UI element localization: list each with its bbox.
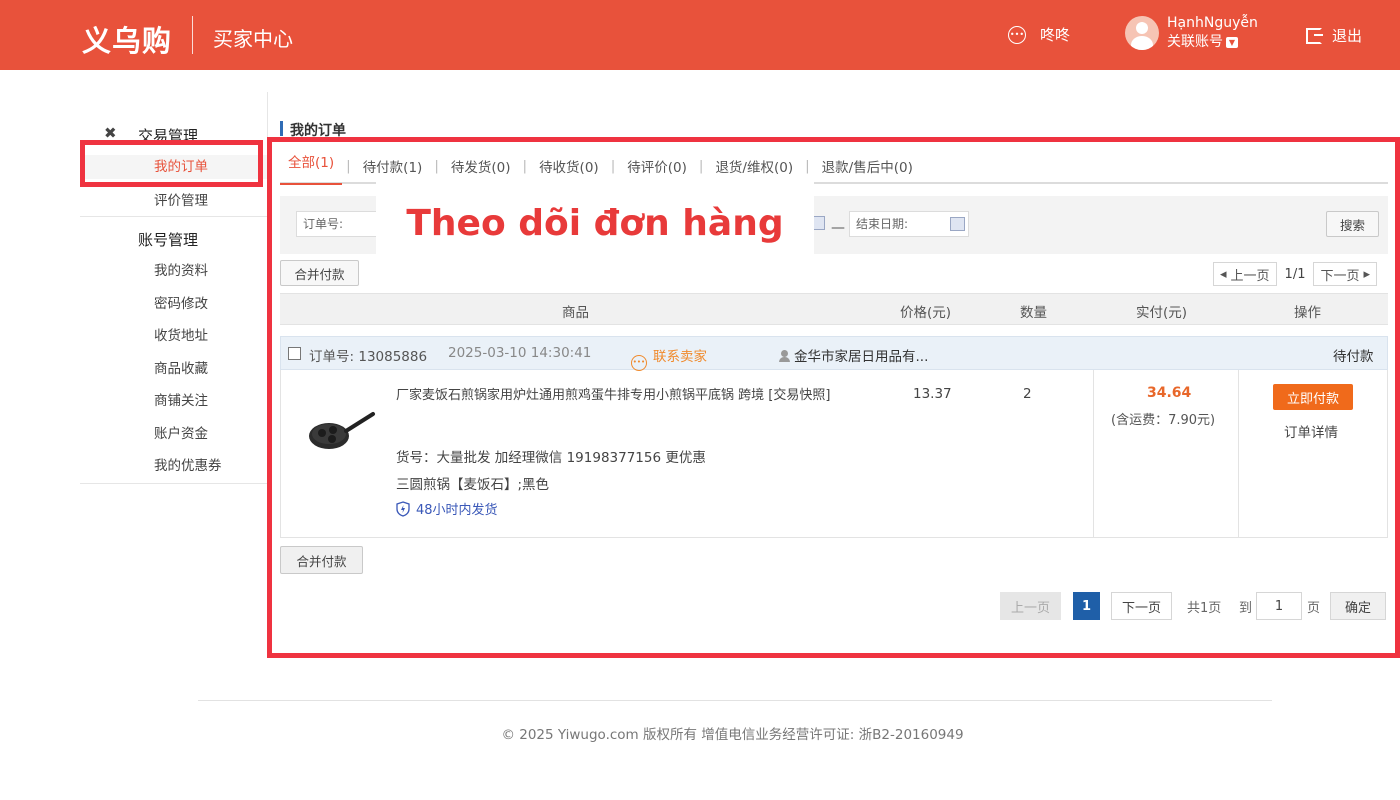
sidebar-item-address[interactable]: 收货地址 — [80, 324, 268, 348]
annotation-label: Theo dõi đơn hàng — [376, 176, 814, 270]
logo-divider — [192, 16, 193, 54]
highlight-my-orders — [80, 140, 263, 187]
sidebar-item-coupons[interactable]: 我的优惠券 — [80, 454, 268, 478]
top-header: 义乌购 买家中心 ••• 咚咚 HạnhNguyễn 关联账号 ▼ 退出 — [0, 0, 1400, 70]
site-logo[interactable]: 义乌购 — [82, 18, 172, 60]
chat-bubble-icon: ••• — [1008, 25, 1026, 44]
chat-label: 咚咚 — [1040, 26, 1071, 44]
chat-link[interactable]: ••• 咚咚 — [1008, 24, 1070, 45]
chevron-down-icon[interactable]: ▼ — [1226, 37, 1238, 48]
sidebar-item-followed-shops[interactable]: 商铺关注 — [80, 389, 268, 413]
title-accent-bar — [280, 121, 283, 136]
linked-account-label[interactable]: 关联账号 — [1167, 33, 1223, 52]
sidebar-item-reviews[interactable]: 评价管理 — [80, 189, 268, 213]
user-name: HạnhNguyễn — [1167, 15, 1258, 31]
sidebar-group-account: 账号管理 — [138, 231, 199, 249]
sidebar-item-favorites[interactable]: 商品收藏 — [80, 357, 268, 381]
sidebar-item-profile[interactable]: 我的资料 — [80, 259, 268, 283]
sidebar-divider — [80, 216, 268, 217]
user-menu[interactable]: HạnhNguyễn 关联账号 ▼ — [1125, 14, 1258, 52]
sidebar-item-funds[interactable]: 账户资金 — [80, 422, 268, 446]
logout-link[interactable]: 退出 — [1306, 25, 1362, 46]
logout-label: 退出 — [1332, 27, 1363, 45]
header-subtitle[interactable]: 买家中心 — [213, 23, 293, 52]
avatar — [1125, 16, 1159, 50]
sidebar-item-password[interactable]: 密码修改 — [80, 292, 268, 316]
footer-divider — [198, 700, 1272, 701]
footer-copyright: © 2025 Yiwugo.com 版权所有 增值电信业务经营许可证: 浙B2-… — [501, 727, 964, 743]
logout-icon — [1306, 27, 1323, 44]
